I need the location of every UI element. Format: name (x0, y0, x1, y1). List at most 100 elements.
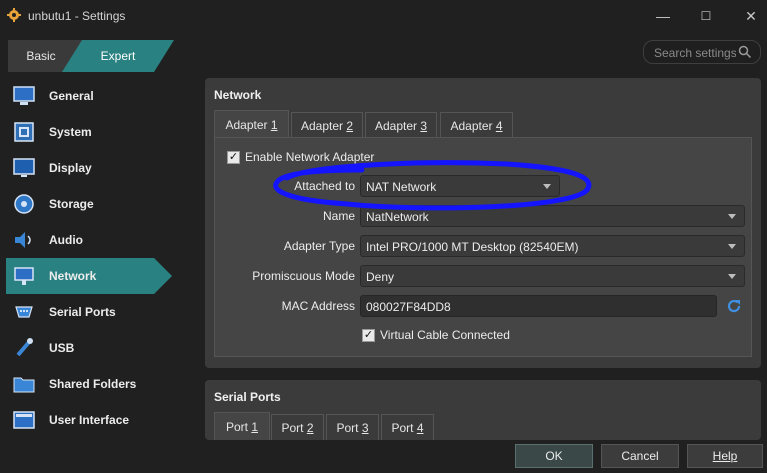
cancel-button[interactable]: Cancel (601, 444, 679, 468)
mac-address-value: 080027F84DD8 (366, 300, 451, 314)
attached-to-label: Attached to (294, 179, 355, 193)
sidebar-item-label: Network (49, 269, 97, 283)
tab-port-4[interactable]: Port 4 (381, 414, 434, 440)
tab-label-prefix: Port (391, 420, 417, 435)
audio-icon (12, 228, 36, 252)
tab-label-prefix: Adapter (300, 118, 347, 133)
adapter-type-value: Intel PRO/1000 MT Desktop (82540EM) (366, 240, 579, 254)
sidebar-item-label: Shared Folders (49, 377, 137, 391)
name-value: NatNetwork (366, 210, 429, 224)
section-title: Network (214, 88, 262, 102)
tab-label-mnemonic: 1 (270, 117, 278, 132)
tab-label: Port 2 (281, 421, 313, 435)
tab-label-prefix: Adapter (225, 117, 271, 132)
maximize-button[interactable]: ☐ (696, 6, 716, 26)
sidebar-item-label: General (49, 89, 94, 103)
attached-to-value: NAT Network (366, 180, 437, 194)
adapter-tab-content: ✓ Enable Network Adapter Attached to NAT… (214, 137, 752, 357)
tab-label-prefix: Port (336, 420, 362, 435)
network-section: Network Adapter 1 Adapter 2 Adapter 3 Ad… (205, 78, 761, 368)
cable-connected-label: Virtual Cable Connected (380, 328, 510, 342)
tab-basic-label: Basic (26, 49, 56, 63)
sidebar-item-shared-folders[interactable]: Shared Folders (6, 366, 176, 402)
sidebar-item-system[interactable]: System (6, 114, 176, 150)
cable-connected-checkbox[interactable]: ✓ (362, 329, 375, 342)
title-bar: unbutu1 - Settings — ☐ ✕ (0, 0, 767, 32)
serial-ports-section: Serial Ports Port 1 Port 2 Port 3 Port 4 (205, 380, 761, 440)
tab-label: Port 3 (336, 421, 368, 435)
enable-adapter-checkbox[interactable]: ✓ (227, 151, 240, 164)
chevron-down-icon (728, 214, 736, 219)
tab-label-prefix: Adapter (450, 118, 496, 133)
refresh-icon[interactable] (726, 298, 742, 314)
tab-adapter-1[interactable]: Adapter 1 (214, 110, 289, 138)
search-icon[interactable] (738, 45, 752, 59)
network-icon (12, 264, 36, 288)
sidebar-item-label: User Interface (49, 413, 130, 427)
search-input[interactable] (654, 45, 736, 61)
tab-label: Adapter 4 (450, 119, 502, 133)
tab-label-mnemonic: 2 (306, 420, 314, 435)
promiscuous-mode-value: Deny (366, 270, 395, 284)
search-box[interactable] (643, 40, 761, 64)
window-title: unbutu1 - Settings (28, 9, 126, 23)
sidebar-item-storage[interactable]: Storage (6, 186, 176, 222)
tab-label-prefix: Port (225, 419, 252, 434)
sidebar-item-label: USB (49, 341, 75, 355)
tab-port-1[interactable]: Port 1 (214, 412, 270, 440)
mac-address-label: MAC Address (281, 299, 355, 313)
sidebar-item-display[interactable]: Display (6, 150, 176, 186)
tab-port-3[interactable]: Port 3 (326, 414, 379, 440)
tab-label-mnemonic: 2 (346, 118, 354, 133)
tab-label: Port 1 (226, 420, 258, 434)
chevron-down-icon (543, 184, 551, 189)
tab-adapter-3[interactable]: Adapter 3 (365, 112, 437, 138)
tab-label-mnemonic: 3 (420, 118, 428, 133)
sidebar-item-user-interface[interactable]: User Interface (6, 402, 176, 438)
sidebar-item-network[interactable]: Network (6, 258, 172, 294)
sidebar-item-label: Serial Ports (49, 305, 116, 319)
sidebar-item-label: Display (49, 161, 92, 175)
tab-label-mnemonic: 3 (361, 420, 369, 435)
enable-adapter-label: Enable Network Adapter (245, 150, 375, 164)
ok-button[interactable]: OK (515, 444, 593, 468)
name-select[interactable]: NatNetwork (360, 205, 745, 227)
tab-port-2[interactable]: Port 2 (271, 414, 324, 440)
section-title: Serial Ports (214, 390, 281, 404)
adapter-type-label: Adapter Type (283, 239, 355, 253)
mac-address-field[interactable]: 080027F84DD8 (360, 295, 717, 317)
promiscuous-mode-select[interactable]: Deny (360, 265, 745, 287)
serial-ports-icon (12, 300, 36, 324)
adapter-type-select[interactable]: Intel PRO/1000 MT Desktop (82540EM) (360, 235, 745, 257)
sidebar-item-serial-ports[interactable]: Serial Ports (6, 294, 176, 330)
tab-label-mnemonic: 4 (495, 118, 503, 133)
help-button[interactable]: Help (687, 444, 763, 468)
minimize-button[interactable]: — (653, 6, 673, 26)
sidebar-item-general[interactable]: General (6, 78, 176, 114)
sidebar-item-label: System (49, 125, 92, 139)
tab-label-prefix: Adapter (374, 118, 421, 133)
display-icon (12, 156, 36, 180)
chevron-down-icon (728, 274, 736, 279)
tab-label-prefix: Port (281, 420, 307, 435)
tab-label-mnemonic: 1 (251, 419, 259, 434)
attached-to-select[interactable]: NAT Network (360, 175, 560, 197)
sidebar-item-audio[interactable]: Audio (6, 222, 176, 258)
tab-label: Adapter 3 (375, 119, 427, 133)
general-icon (12, 84, 36, 108)
chevron-down-icon (728, 244, 736, 249)
tab-label: Port 4 (391, 421, 423, 435)
name-label: Name (322, 209, 355, 223)
close-button[interactable]: ✕ (741, 6, 761, 26)
tab-label: Adapter 2 (301, 119, 353, 133)
storage-icon (12, 192, 36, 216)
sidebar-item-label: Audio (49, 233, 83, 247)
shared-folders-icon (12, 372, 36, 396)
sidebar-item-usb[interactable]: USB (6, 330, 176, 366)
tab-adapter-2[interactable]: Adapter 2 (291, 112, 363, 138)
ok-button-label: OK (545, 449, 563, 463)
tab-adapter-4[interactable]: Adapter 4 (440, 112, 513, 138)
usb-icon (12, 336, 36, 360)
cancel-button-label: Cancel (621, 449, 659, 463)
tab-label-mnemonic: 4 (416, 420, 424, 435)
